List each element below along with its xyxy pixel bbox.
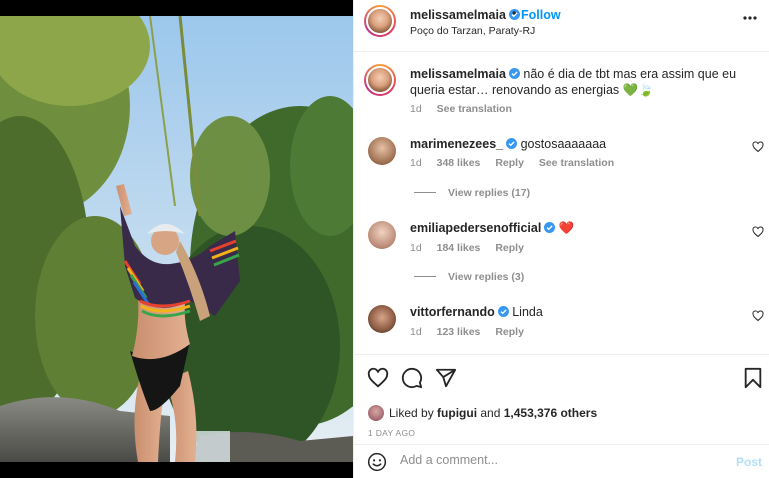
like-heart-icon[interactable]: [367, 367, 389, 389]
bookmark-icon[interactable]: [742, 367, 764, 389]
emoji-icon[interactable]: [367, 452, 387, 472]
view-replies-label[interactable]: View replies (17): [448, 187, 530, 199]
comment-text: vittorfernando Linda: [410, 304, 543, 320]
verified-icon: [506, 138, 518, 149]
more-icon: [743, 16, 757, 20]
liked-prefix: Liked by: [389, 406, 434, 420]
liker-avatar[interactable]: [368, 405, 384, 421]
reply-button[interactable]: Reply: [495, 242, 524, 254]
comment-age[interactable]: 1d: [410, 157, 422, 169]
photo-illustration: [0, 16, 353, 462]
liked-by-summary[interactable]: Liked by fupigui and 1,453,376 others: [368, 405, 597, 421]
comment-age[interactable]: 1d: [410, 242, 422, 254]
heart-icon[interactable]: [752, 141, 764, 153]
share-icon[interactable]: [435, 367, 457, 389]
add-comment-input[interactable]: [400, 453, 720, 467]
post-date[interactable]: 1 DAY AGO: [368, 428, 415, 438]
comment-age[interactable]: 1d: [410, 326, 422, 338]
separator-dot: •: [512, 6, 517, 20]
comment-icon[interactable]: [401, 367, 423, 389]
comment-meta: 1d 184 likes Reply: [410, 242, 536, 254]
caption-age[interactable]: 1d: [410, 103, 422, 115]
comment-meta: 1d 348 likes Reply See translation: [410, 157, 626, 169]
view-replies-button[interactable]: View replies (17): [414, 187, 530, 199]
author-avatar[interactable]: [364, 5, 396, 37]
heart-icon[interactable]: [752, 310, 764, 322]
author-username-row[interactable]: melissamelmaia: [410, 8, 520, 22]
comment-likes[interactable]: 348 likes: [437, 157, 481, 169]
caption-avatar[interactable]: [364, 64, 396, 96]
comment-username[interactable]: vittorfernando: [410, 305, 495, 319]
verified-icon: [544, 222, 556, 233]
caption-meta: 1d See translation: [410, 103, 524, 115]
comment-likes[interactable]: 123 likes: [437, 326, 481, 338]
author-username[interactable]: melissamelmaia: [410, 8, 506, 22]
translate-link[interactable]: See translation: [539, 157, 614, 169]
caption-translate-link[interactable]: See translation: [437, 103, 512, 115]
comment-body: Linda: [512, 305, 543, 319]
verified-icon: [508, 68, 520, 79]
post-sidebar: melissamelmaia • Follow Poço do Tarzan, …: [353, 0, 769, 478]
caption-text: melissamelmaia não é dia de tbt mas era …: [410, 66, 755, 98]
comment-body: ❤️: [558, 221, 575, 235]
view-replies-label[interactable]: View replies (3): [448, 271, 524, 283]
caption-username[interactable]: melissamelmaia: [410, 67, 506, 81]
comment-avatar[interactable]: [368, 221, 396, 249]
post-photo[interactable]: [0, 16, 353, 462]
comment-meta: 1d 123 likes Reply: [410, 326, 536, 338]
reply-button[interactable]: Reply: [495, 326, 524, 338]
comment-username[interactable]: emiliapedersenofficial: [410, 221, 541, 235]
follow-button[interactable]: Follow: [521, 8, 561, 22]
likes-others[interactable]: 1,453,376 others: [504, 406, 597, 420]
caption-emoji: 💚🍃: [622, 83, 654, 97]
comment-text: marimenezees_ gostosaaaaaaa: [410, 136, 606, 152]
post-media: [0, 0, 353, 478]
post-header: melissamelmaia • Follow Poço do Tarzan, …: [354, 0, 769, 52]
add-comment-bar: Post: [354, 444, 769, 478]
liker-username[interactable]: fupigui: [437, 406, 477, 420]
comment-avatar[interactable]: [368, 305, 396, 333]
post-actions: Liked by fupigui and 1,453,376 others 1 …: [354, 354, 769, 444]
comment-likes[interactable]: 184 likes: [437, 242, 481, 254]
view-replies-button[interactable]: View replies (3): [414, 271, 524, 283]
comment-text: emiliapedersenofficial ❤️: [410, 220, 574, 236]
post-comment-button[interactable]: Post: [736, 455, 762, 469]
post-location[interactable]: Poço do Tarzan, Paraty-RJ: [410, 25, 535, 37]
comment-username[interactable]: marimenezees_: [410, 137, 503, 151]
reply-button[interactable]: Reply: [495, 157, 524, 169]
verified-icon: [497, 306, 509, 317]
more-options-icon[interactable]: [742, 10, 758, 31]
liked-connector: and: [480, 406, 501, 420]
comment-avatar[interactable]: [368, 137, 396, 165]
comments-list: melissamelmaia não é dia de tbt mas era …: [354, 53, 769, 353]
heart-icon[interactable]: [752, 226, 764, 238]
comment-body: gostosaaaaaaa: [520, 137, 607, 151]
